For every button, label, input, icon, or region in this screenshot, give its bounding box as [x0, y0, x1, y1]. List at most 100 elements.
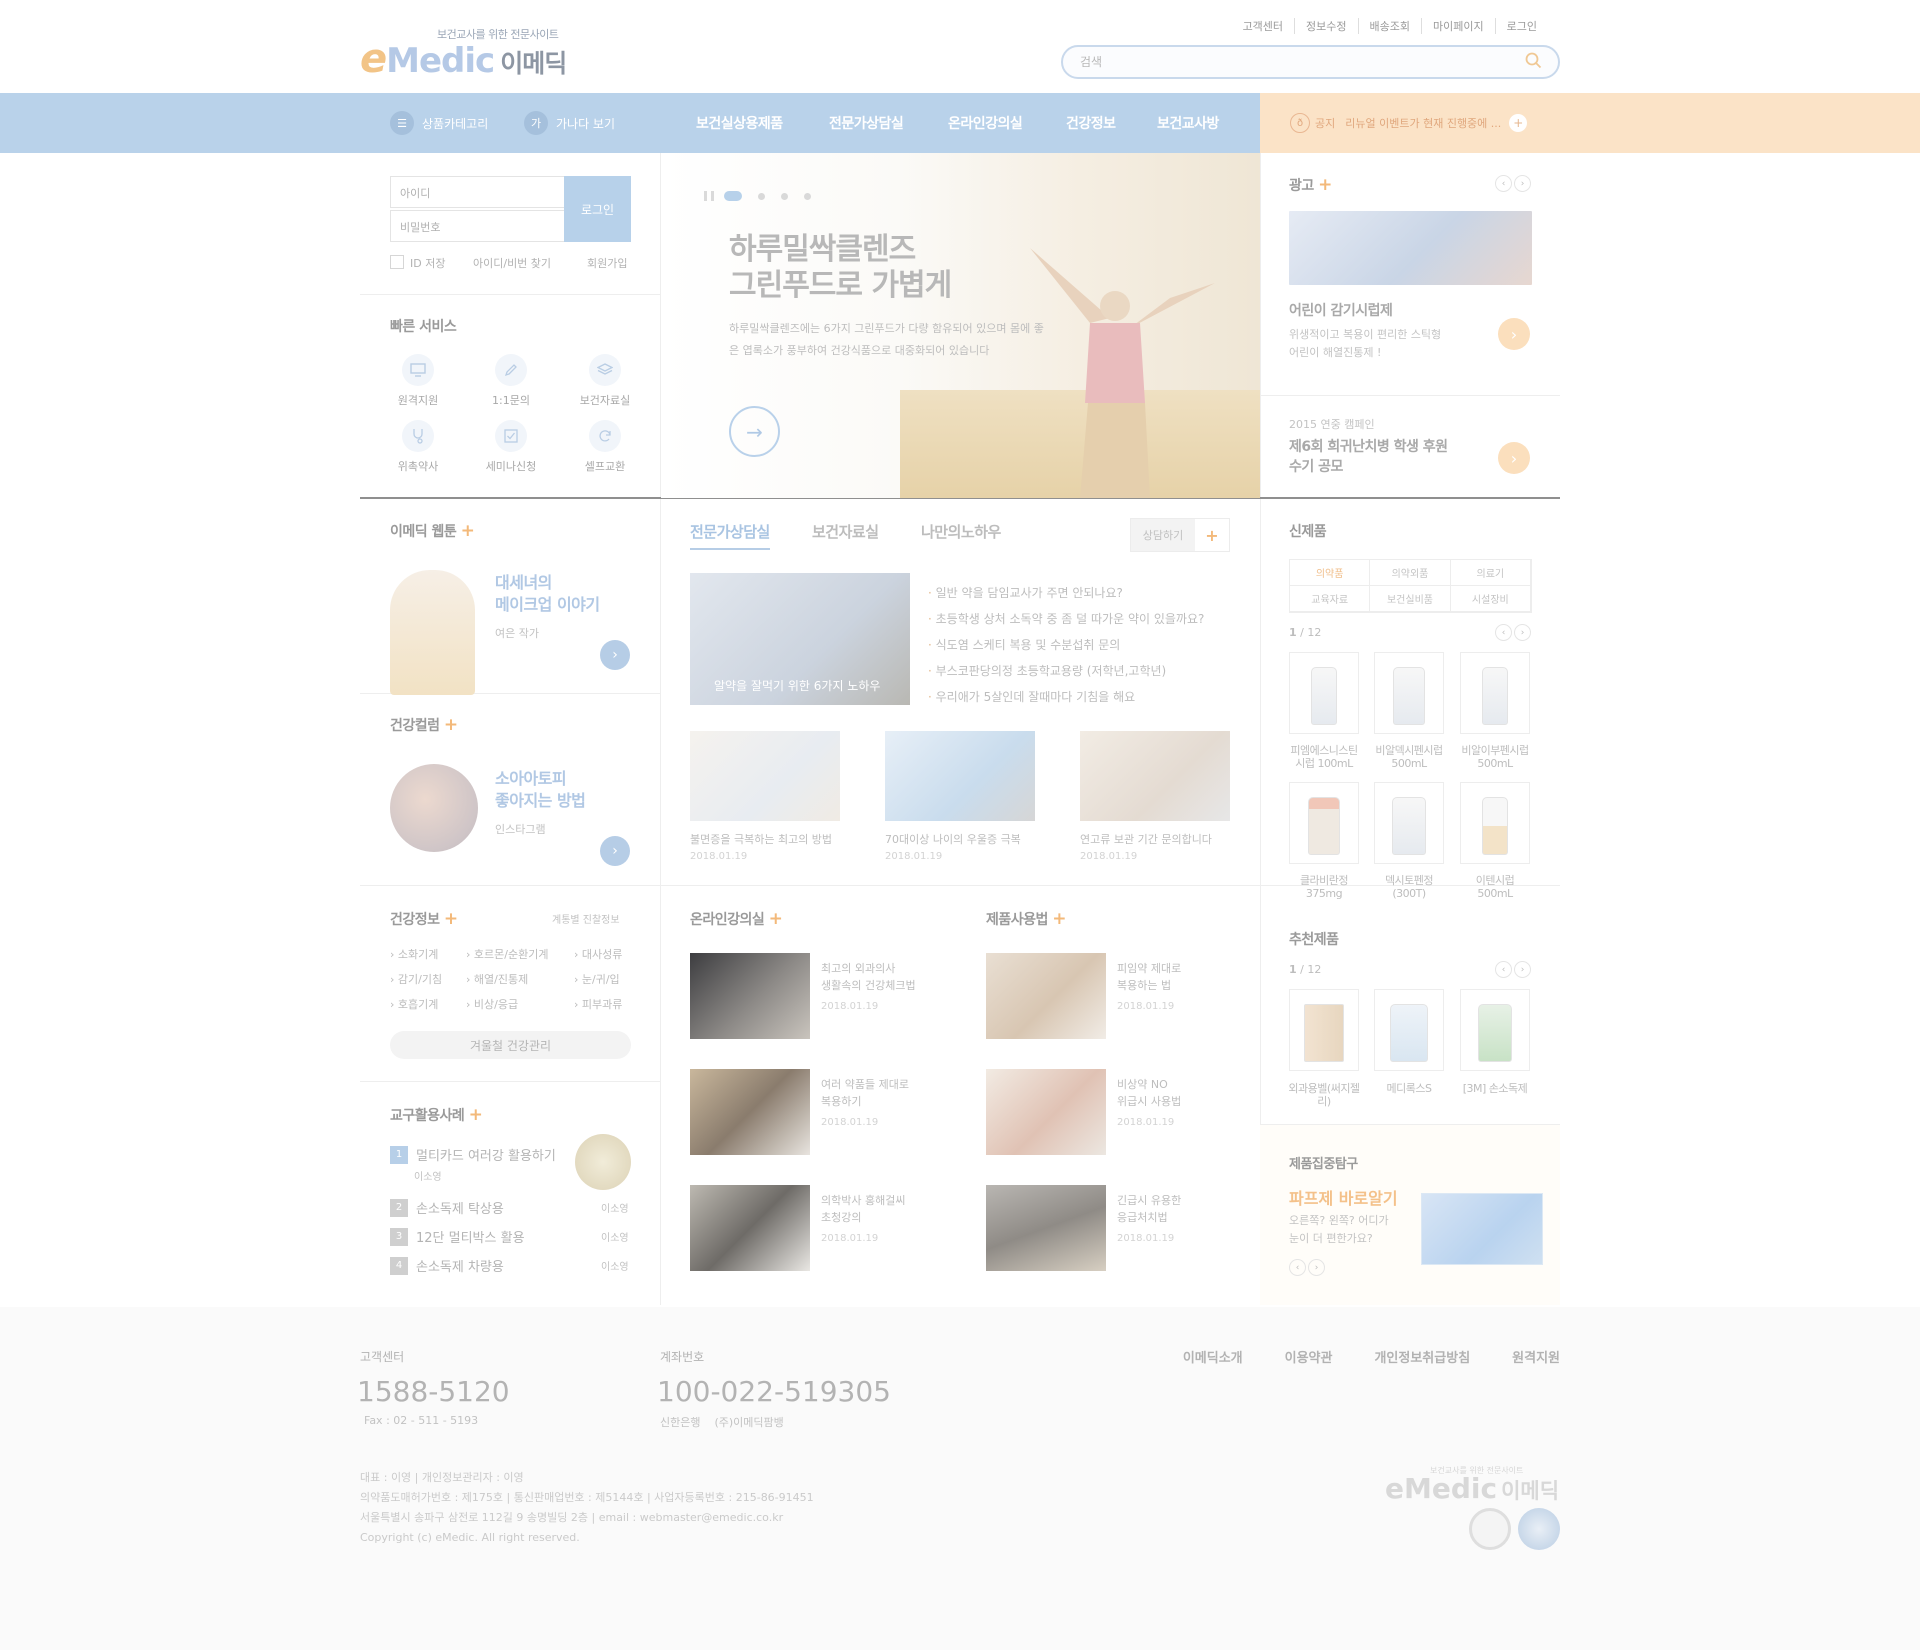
winter-health-button[interactable]: 겨울철 건강관리	[390, 1031, 631, 1059]
product-card[interactable]	[1460, 652, 1530, 734]
product-name[interactable]: 덱시토펜정 (300T)	[1367, 874, 1451, 900]
ad-caption[interactable]: 어린이 감기시럽제	[1289, 300, 1393, 320]
category-tab[interactable]: 보건실비품	[1370, 586, 1451, 612]
usage-item[interactable]: 피임약 제대로 복용하는 법 2018.01.19	[1117, 960, 1181, 1015]
product-card[interactable]	[1460, 782, 1530, 864]
quick-remote-support[interactable]: 원격지원	[388, 354, 448, 408]
product-name[interactable]: 비알이부펜시럽 500mL	[1453, 744, 1537, 770]
column-go-button[interactable]: ›	[600, 836, 630, 866]
prev-icon[interactable]: ‹	[1289, 1259, 1306, 1276]
plus-icon[interactable]: +	[1318, 175, 1332, 195]
product-name[interactable]: 클라비란정 375mg	[1282, 874, 1366, 900]
top-link-cs[interactable]: 고객센터	[1232, 18, 1294, 34]
health-link[interactable]: › 대사성류	[574, 946, 622, 962]
password-input[interactable]: 비밀번호	[390, 210, 565, 242]
plus-icon[interactable]: +	[1052, 909, 1066, 929]
footer-link-privacy[interactable]: 개인정보취급방침	[1374, 1347, 1470, 1366]
column-image[interactable]	[390, 764, 478, 852]
nav-menu-lectures[interactable]: 온라인강의실	[948, 113, 1023, 133]
lecture-item[interactable]: 여러 약품들 제대로 복용하기 2018.01.19	[821, 1076, 909, 1131]
health-link[interactable]: › 해열/진통제	[466, 971, 528, 987]
site-logo[interactable]: eMedic 이메딕	[360, 36, 567, 82]
usage-item[interactable]: 긴급시 유용한 응급처치법 2018.01.19	[1117, 1192, 1181, 1247]
health-link[interactable]: › 호르몬/순환기계	[466, 946, 548, 962]
nav-menu-products[interactable]: 보건실상용제품	[696, 113, 783, 133]
question-item[interactable]: 부스코판당의정 초등학교용량 (저학년,고학년)	[928, 658, 1204, 684]
tool-item[interactable]: 3 12단 멀티박스 활용	[390, 1227, 525, 1246]
quick-inquiry[interactable]: 1:1문의	[481, 354, 541, 408]
question-item[interactable]: 우리애가 5살인데 잘때마다 기침을 해요	[928, 684, 1204, 710]
search-icon[interactable]	[1525, 52, 1542, 69]
health-info-sub[interactable]: 계통별 진찰정보	[552, 911, 620, 926]
lecture-item[interactable]: 의학박사 홍해걸씨 초청강의 2018.01.19	[821, 1192, 905, 1247]
ganada-button[interactable]: 가 가나다 보기	[524, 111, 615, 135]
pager-dot-active[interactable]	[724, 191, 742, 201]
top-link-login[interactable]: 로그인	[1494, 18, 1548, 34]
thumb-caption[interactable]: 70대이상 나이의 우울증 극복	[885, 831, 1021, 847]
quick-archive[interactable]: 보건자료실	[575, 354, 635, 408]
question-item[interactable]: 초등학생 상처 소독약 중 좀 덜 따가운 약이 있을까요?	[928, 606, 1205, 632]
product-name[interactable]: 메디록스S	[1367, 1082, 1451, 1095]
health-link[interactable]: › 피부과류	[574, 996, 622, 1012]
quick-pharmacist[interactable]: 위촉약사	[388, 420, 448, 474]
category-tab[interactable]: 교육자료	[1290, 586, 1371, 612]
plus-icon[interactable]: +	[444, 909, 458, 929]
category-button[interactable]: ☰ 상품카테고리	[390, 111, 488, 135]
column-headline[interactable]: 소아아토피 좋아지는 방법	[495, 768, 586, 812]
thumb-image[interactable]	[690, 731, 840, 821]
webtoon-image[interactable]	[390, 570, 475, 695]
thumb-caption[interactable]: 연고류 보관 기간 문의합니다	[1080, 831, 1212, 847]
thumb-caption[interactable]: 불면증을 극복하는 최고의 방법	[690, 831, 832, 847]
pager-dot[interactable]	[781, 192, 788, 200]
tab-knowhow[interactable]: 나만의노하우	[921, 521, 1001, 542]
category-tab[interactable]: 의약외품	[1370, 560, 1451, 586]
product-name[interactable]: [3M] 손소독제	[1453, 1082, 1537, 1095]
health-link[interactable]: › 호흡기계	[390, 996, 438, 1012]
pager-dot[interactable]	[804, 192, 811, 200]
next-icon[interactable]: ›	[1308, 1259, 1325, 1276]
plus-icon[interactable]: +	[769, 909, 783, 929]
notice[interactable]: ð 공지 리뉴얼 이벤트가 현재 진행중에 ... +	[1290, 113, 1528, 133]
top-link-delivery[interactable]: 배송조회	[1357, 18, 1421, 34]
ad-go-button[interactable]: ›	[1498, 318, 1530, 350]
nav-menu-consult[interactable]: 전문가상담실	[829, 113, 904, 133]
consult-button[interactable]: 상담하기 +	[1130, 518, 1230, 552]
product-card[interactable]	[1289, 989, 1359, 1071]
product-name[interactable]: 비알덱시펜시럽 500mL	[1367, 744, 1451, 770]
ad-image[interactable]	[1289, 211, 1532, 285]
lecture-image[interactable]	[690, 953, 810, 1039]
product-card[interactable]	[1374, 989, 1444, 1071]
question-item[interactable]: 식도염 스케티 복용 및 수분섭취 문의	[928, 632, 1204, 658]
question-item[interactable]: 일반 약을 담임교사가 주면 안되나요?	[928, 580, 1204, 606]
tool-item[interactable]: 1 멀티카드 여러강 활용하기	[390, 1145, 556, 1164]
product-name[interactable]: 외과용벨(써지젤리)	[1282, 1082, 1366, 1108]
join-link[interactable]: 회원가입	[587, 255, 627, 271]
notice-more-icon[interactable]: +	[1509, 114, 1528, 132]
campaign-go-button[interactable]: ›	[1498, 442, 1530, 474]
top-link-mypage[interactable]: 마이페이지	[1421, 18, 1495, 34]
product-name[interactable]: 피엠에스니스틴 시럽 100mL	[1282, 744, 1366, 770]
product-card[interactable]	[1374, 652, 1444, 734]
category-tab[interactable]: 시설장비	[1450, 586, 1531, 612]
tab-archive[interactable]: 보건자료실	[812, 521, 879, 542]
pause-icon[interactable]	[704, 191, 714, 201]
campaign-title[interactable]: 제6회 희귀난치병 학생 후원 수기 공모	[1289, 437, 1448, 477]
footer-link-remote[interactable]: 원격지원	[1512, 1347, 1560, 1366]
top-link-edit-info[interactable]: 정보수정	[1294, 18, 1357, 34]
health-link[interactable]: › 소화기계	[390, 946, 438, 962]
webtoon-go-button[interactable]: ›	[600, 640, 630, 670]
lecture-item[interactable]: 최고의 외과의사 생활속의 건강체크법 2018.01.19	[821, 960, 916, 1015]
lecture-image[interactable]	[690, 1185, 810, 1271]
product-card[interactable]	[1460, 989, 1530, 1071]
next-icon[interactable]: ›	[1514, 624, 1531, 641]
usage-image[interactable]	[986, 1185, 1106, 1271]
find-account-link[interactable]: 아이디/비번 찾기	[473, 255, 551, 271]
footer-link-terms[interactable]: 이용약관	[1285, 1347, 1333, 1366]
pager-dot[interactable]	[758, 192, 765, 200]
lecture-image[interactable]	[690, 1069, 810, 1155]
tool-image[interactable]	[575, 1134, 631, 1190]
category-tab[interactable]: 의약품	[1290, 560, 1371, 586]
nav-menu-health[interactable]: 건강정보	[1066, 113, 1116, 133]
usage-item[interactable]: 비상약 NO 위급시 사용법 2018.01.19	[1117, 1076, 1181, 1131]
tab-consult[interactable]: 전문가상담실	[690, 521, 770, 550]
